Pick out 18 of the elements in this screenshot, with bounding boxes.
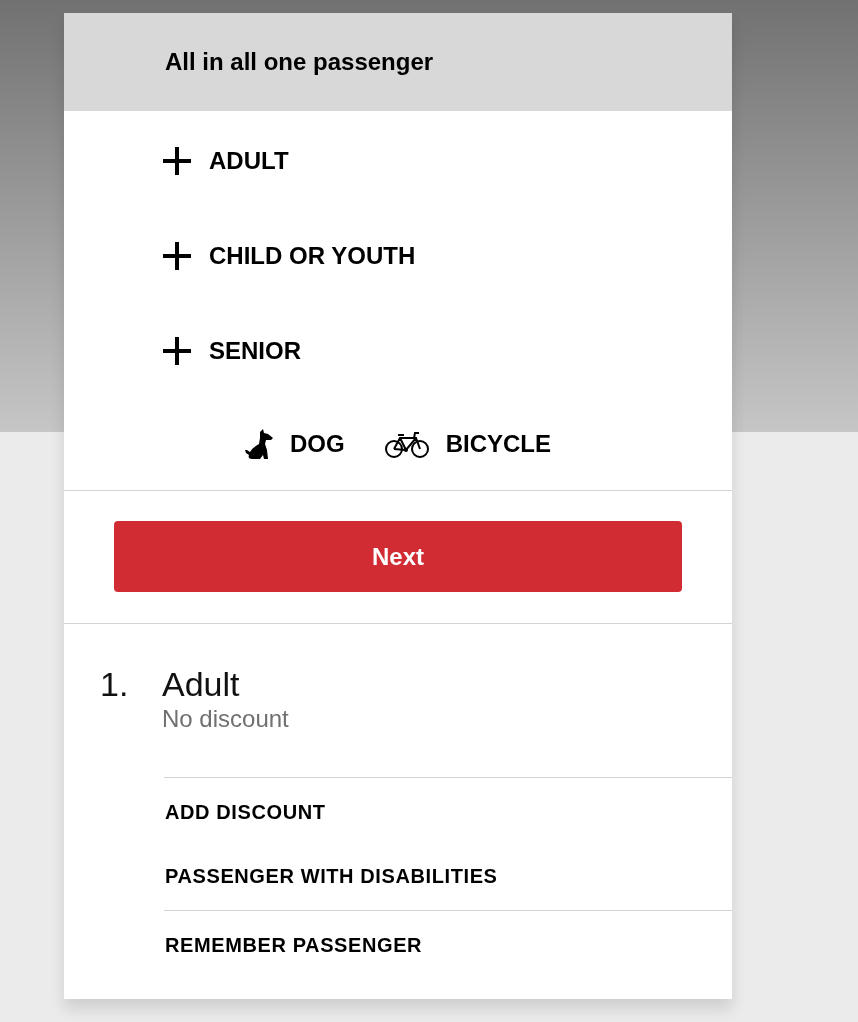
bicycle-icon xyxy=(384,430,429,458)
passenger-action-link[interactable]: PASSENGER WITH DISABILITIES xyxy=(164,844,498,908)
extra-option-button[interactable]: DOG xyxy=(245,429,345,459)
header-title: All in all one passenger xyxy=(165,48,434,76)
plus-icon xyxy=(163,241,191,270)
plus-icon xyxy=(163,146,191,175)
passenger-action-link[interactable]: ADD DISCOUNT xyxy=(164,780,326,844)
next-button[interactable]: Next xyxy=(114,521,682,592)
passenger-type-label: Adult xyxy=(162,664,240,704)
extra-option-button[interactable]: BICYCLE xyxy=(384,430,551,458)
plus-icon xyxy=(163,336,191,365)
dog-icon xyxy=(245,429,273,459)
passenger-type-button[interactable]: SENIOR xyxy=(64,303,732,398)
discount-label: No discount xyxy=(162,704,289,734)
list-number: 1. xyxy=(100,664,130,705)
passenger-type-button[interactable]: CHILD OR YOUTH xyxy=(64,208,732,303)
passenger-action-link[interactable]: REMEMBER PASSENGER xyxy=(164,913,423,977)
passenger-type-button[interactable]: ADULT xyxy=(64,113,732,208)
